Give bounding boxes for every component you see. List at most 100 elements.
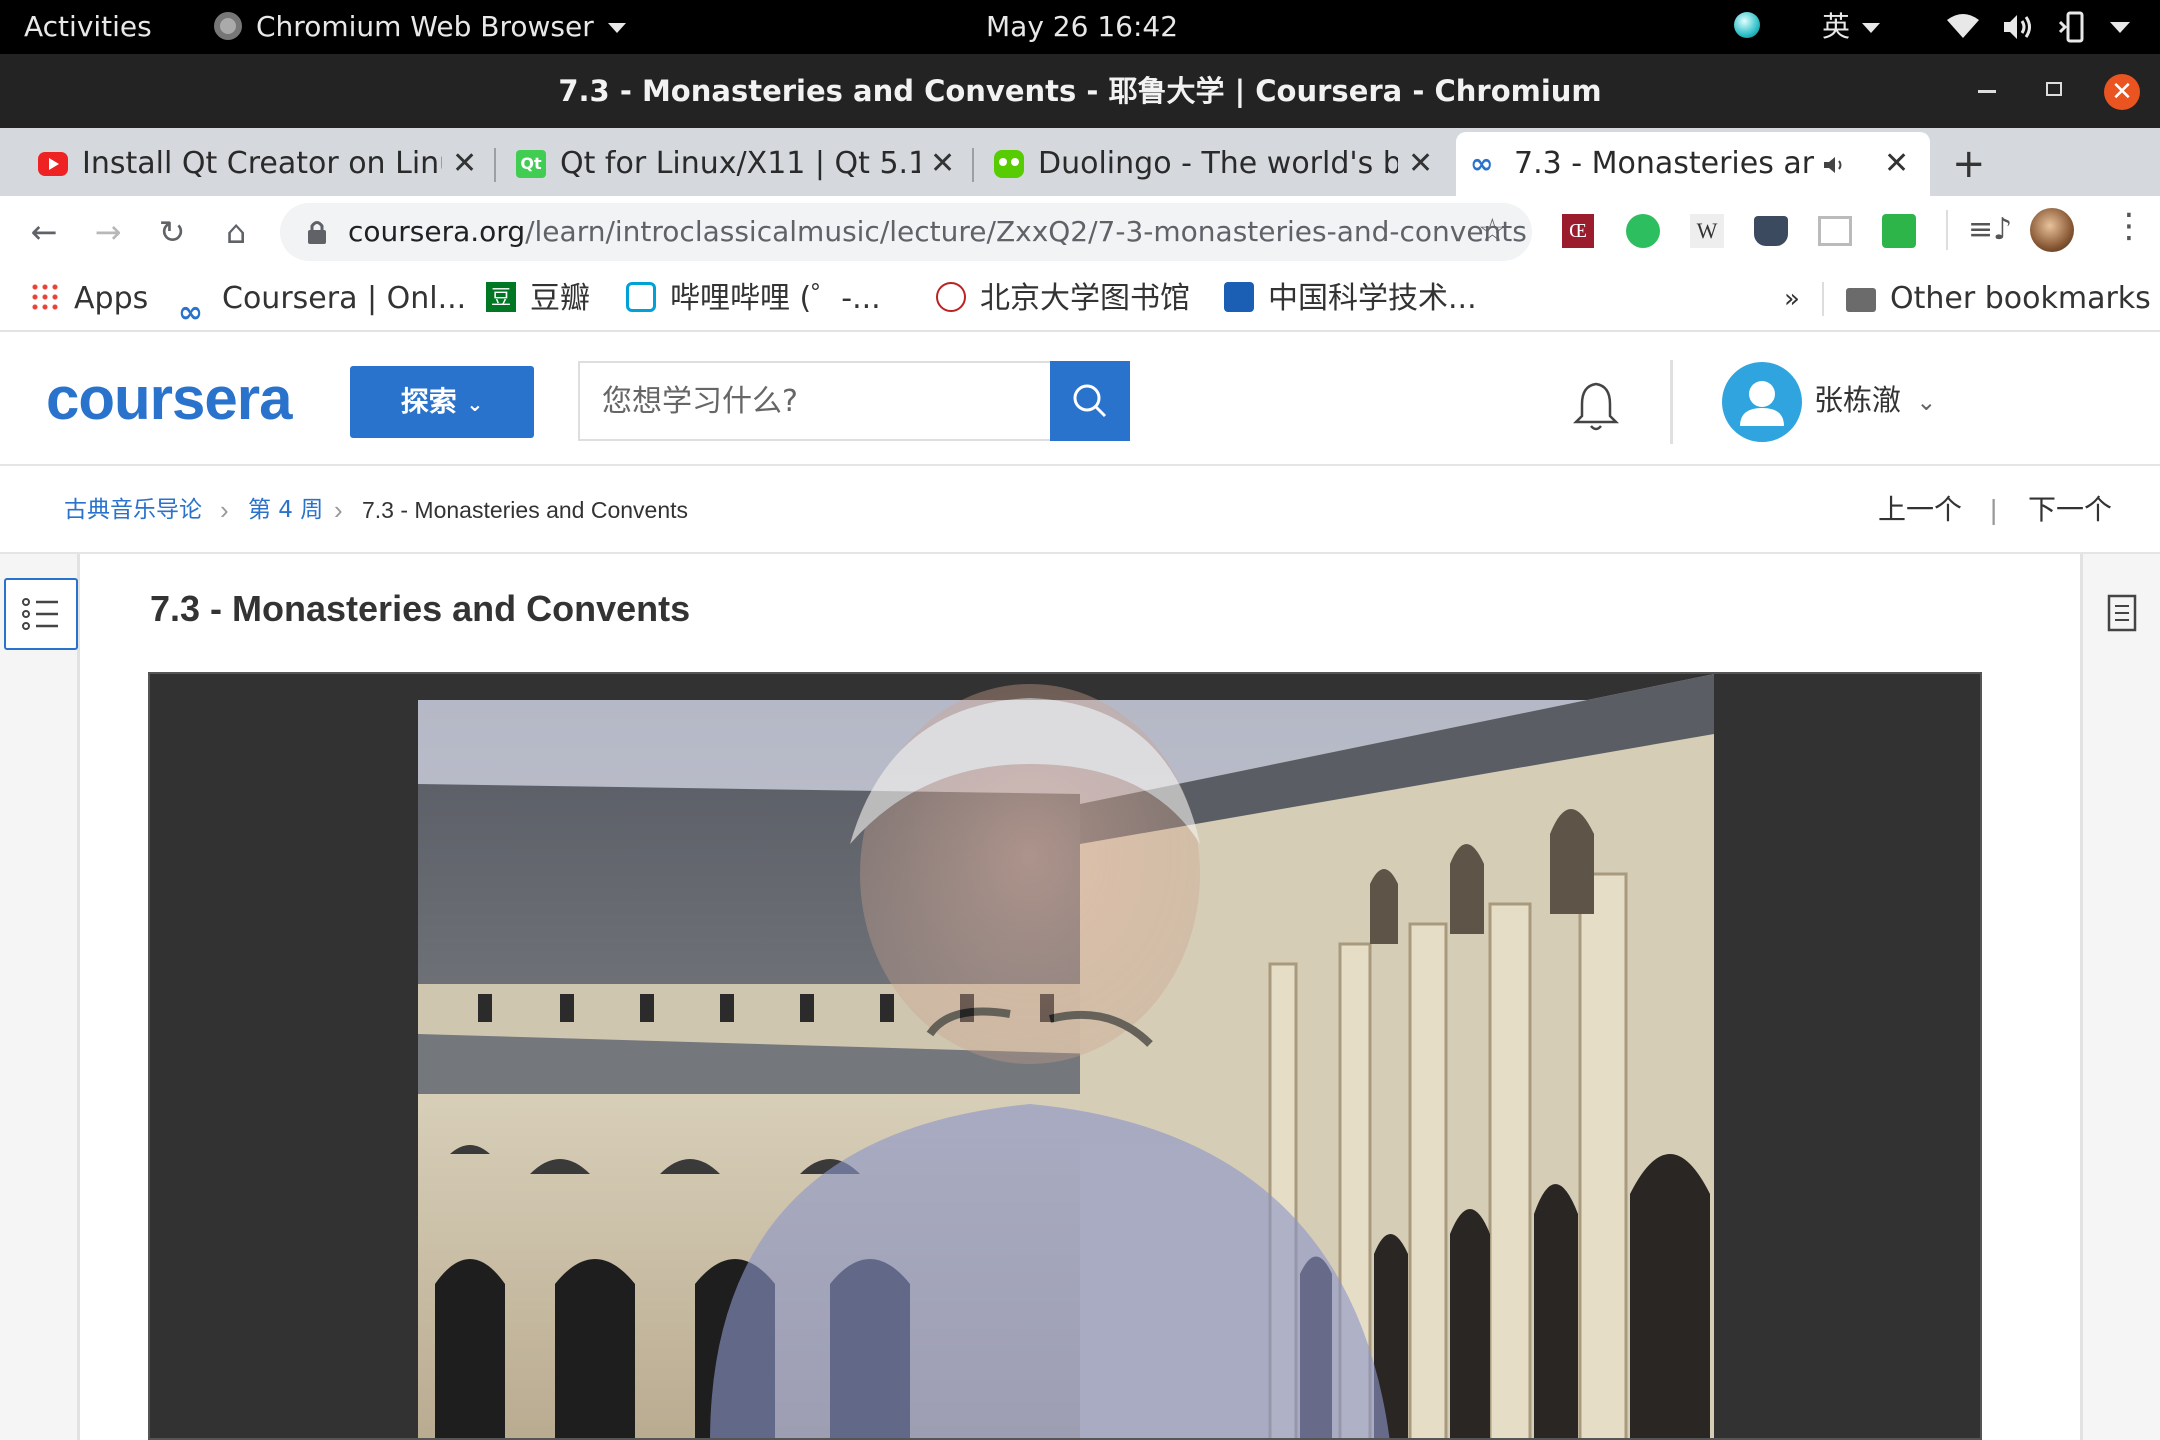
extension-oe-icon[interactable]: Œ	[1562, 214, 1594, 248]
tab-strip: Install Qt Creator on Linux ✕ Qt Qt for …	[0, 128, 2160, 196]
bookmark-douban[interactable]: 豆豆瓣	[486, 268, 590, 330]
bookmark-apps[interactable]: Apps	[30, 268, 148, 330]
next-item-link[interactable]: 下一个	[2028, 468, 2112, 552]
breadcrumb-week[interactable]: 第 4 周	[248, 468, 323, 552]
input-method-indicator[interactable]: 英	[1822, 0, 1881, 54]
right-sidebar-rail	[2080, 554, 2160, 1440]
bookmark-coursera[interactable]: ∞ Coursera | Onl...	[178, 268, 466, 330]
input-method-label: 英	[1822, 10, 1851, 43]
wikipedia-icon[interactable]: W	[1690, 214, 1724, 248]
url-text[interactable]: coursera.org/learn/introclassicalmusic/l…	[348, 203, 1527, 261]
cas-icon	[1224, 281, 1254, 312]
print-friendly-icon[interactable]	[1882, 214, 1916, 248]
close-window-icon[interactable]: ✕	[2104, 74, 2140, 110]
restore-icon[interactable]	[2046, 82, 2062, 96]
status-orb-icon[interactable]	[1734, 12, 1760, 38]
close-tab-icon[interactable]: ✕	[930, 132, 955, 196]
douban-icon: 豆	[486, 281, 516, 312]
system-menu-chevron-icon[interactable]	[2110, 22, 2130, 33]
app-menu[interactable]: Chromium Web Browser	[214, 0, 626, 54]
coursera-logo[interactable]: coursera	[46, 364, 292, 433]
tab-qt-docs[interactable]: Qt Qt for Linux/X11 | Qt 5.14 ✕	[502, 132, 974, 196]
bookmark-pku-library[interactable]: 北京大学图书馆	[936, 268, 1190, 330]
clock[interactable]: May 26 16:42	[986, 0, 1178, 54]
bookmark-star-icon[interactable]: ☆	[1478, 211, 1507, 249]
previous-item-link[interactable]: 上一个	[1878, 468, 1962, 552]
lock-icon[interactable]	[306, 219, 328, 245]
video-frame	[418, 674, 1714, 1438]
chromium-icon	[214, 12, 242, 40]
browser-menu-icon[interactable]: ⋮	[2112, 206, 2146, 246]
tab-separator	[972, 148, 974, 182]
bookmark-label: 豆瓣	[530, 281, 590, 316]
pku-library-icon	[936, 281, 966, 312]
bilibili-icon	[626, 281, 656, 312]
chevron-down-icon	[607, 23, 626, 33]
evernote-icon[interactable]	[1626, 214, 1660, 248]
user-avatar[interactable]	[1722, 362, 1802, 442]
bookmark-cas[interactable]: 中国科学技术...	[1224, 268, 1477, 330]
profile-avatar-icon[interactable]	[2030, 208, 2074, 252]
tab-qt-creator[interactable]: Install Qt Creator on Linux ✕	[24, 132, 496, 196]
url-host: coursera.org	[348, 215, 526, 248]
explore-button[interactable]: 探索 ⌄	[350, 366, 534, 438]
search-button[interactable]	[1050, 361, 1130, 441]
wifi-icon[interactable]	[1946, 14, 1980, 40]
search-input[interactable]	[580, 363, 1050, 439]
audio-playing-icon[interactable]	[1822, 154, 1848, 176]
video-player[interactable]	[148, 672, 1982, 1440]
bookmark-label: Coursera | Onl...	[222, 281, 467, 316]
lecture-title: 7.3 - Monasteries and Convents	[150, 588, 691, 629]
bookmark-bilibili[interactable]: 哔哩哔哩 (゜-...	[626, 268, 881, 330]
left-sidebar-rail	[0, 554, 80, 1440]
forward-icon[interactable]: →	[82, 206, 134, 258]
explore-label: 探索	[400, 385, 457, 418]
close-tab-icon[interactable]: ✕	[1884, 132, 1909, 196]
user-menu[interactable]: 张栋澈 ⌄	[1814, 334, 1936, 466]
bookmarks-divider	[1822, 282, 1824, 316]
bookmarks-overflow[interactable]: »	[1784, 268, 1800, 330]
other-bookmarks[interactable]: Other bookmarks	[1846, 268, 2151, 330]
close-tab-icon[interactable]: ✕	[1408, 132, 1433, 196]
coursera-header: coursera 探索 ⌄ 张栋澈 ⌄	[0, 334, 2160, 466]
system-top-bar: Activities Chromium Web Browser May 26 1…	[0, 0, 2160, 54]
address-bar[interactable]: coursera.org/learn/introclassicalmusic/l…	[280, 203, 1532, 261]
phone-battery-icon[interactable]	[2056, 10, 2090, 44]
notes-icon[interactable]	[2107, 594, 2137, 632]
home-icon[interactable]: ⌂	[210, 206, 262, 258]
user-icon	[1740, 381, 1784, 426]
coursera-icon: ∞	[178, 294, 203, 330]
list-menu-icon	[22, 598, 58, 630]
url-path: /learn/introclassicalmusic/lecture/ZxxQ2…	[525, 215, 1527, 248]
media-controls-icon[interactable]: ≡♪	[1968, 212, 2012, 247]
reload-icon[interactable]: ↻	[146, 206, 198, 258]
course-outline-button[interactable]	[4, 578, 78, 650]
browser-toolbar: ← → ↻ ⌂ coursera.org/learn/introclassica…	[0, 196, 2160, 268]
window-title: 7.3 - Monasteries and Convents - 耶鲁大学 | …	[558, 74, 1602, 108]
breadcrumb-course[interactable]: 古典音乐导论	[64, 468, 202, 552]
tab-separator	[494, 148, 496, 182]
reader-icon[interactable]	[1818, 216, 1852, 246]
window-title-bar: 7.3 - Monasteries and Convents - 耶鲁大学 | …	[0, 54, 2160, 128]
bookmarks-bar: Apps ∞ Coursera | Onl... 豆豆瓣 哔哩哔哩 (゜-... …	[0, 268, 2160, 332]
username-label: 张栋澈	[1814, 383, 1902, 417]
folder-icon	[1846, 287, 1876, 312]
chevron-down-icon: ⌄	[466, 392, 484, 416]
search-icon	[1073, 384, 1107, 418]
new-tab-button[interactable]: +	[1952, 132, 1986, 196]
mask-extension-icon[interactable]	[1754, 216, 1788, 246]
activities-button[interactable]: Activities	[24, 0, 152, 54]
notification-bell-icon[interactable]	[1566, 376, 1626, 436]
tab-coursera-active[interactable]: ∞ 7.3 - Monasteries and Convents ✕	[1456, 132, 1930, 196]
bookmark-label: 哔哩哔哩 (゜-...	[670, 281, 881, 316]
back-icon[interactable]: ←	[18, 206, 70, 258]
volume-icon[interactable]	[2002, 12, 2036, 42]
chevron-right-icon: ›	[220, 495, 229, 525]
tab-duolingo[interactable]: Duolingo - The world's best ✕	[980, 132, 1450, 196]
apps-grid-icon	[30, 281, 60, 312]
other-bookmarks-label: Other bookmarks	[1890, 281, 2151, 316]
minimize-icon[interactable]	[1978, 90, 1996, 93]
close-tab-icon[interactable]: ✕	[452, 132, 477, 196]
chevron-right-icon: ›	[334, 495, 343, 525]
breadcrumb: 古典音乐导论 › 第 4 周 › 7.3 - Monasteries and C…	[0, 468, 2160, 554]
